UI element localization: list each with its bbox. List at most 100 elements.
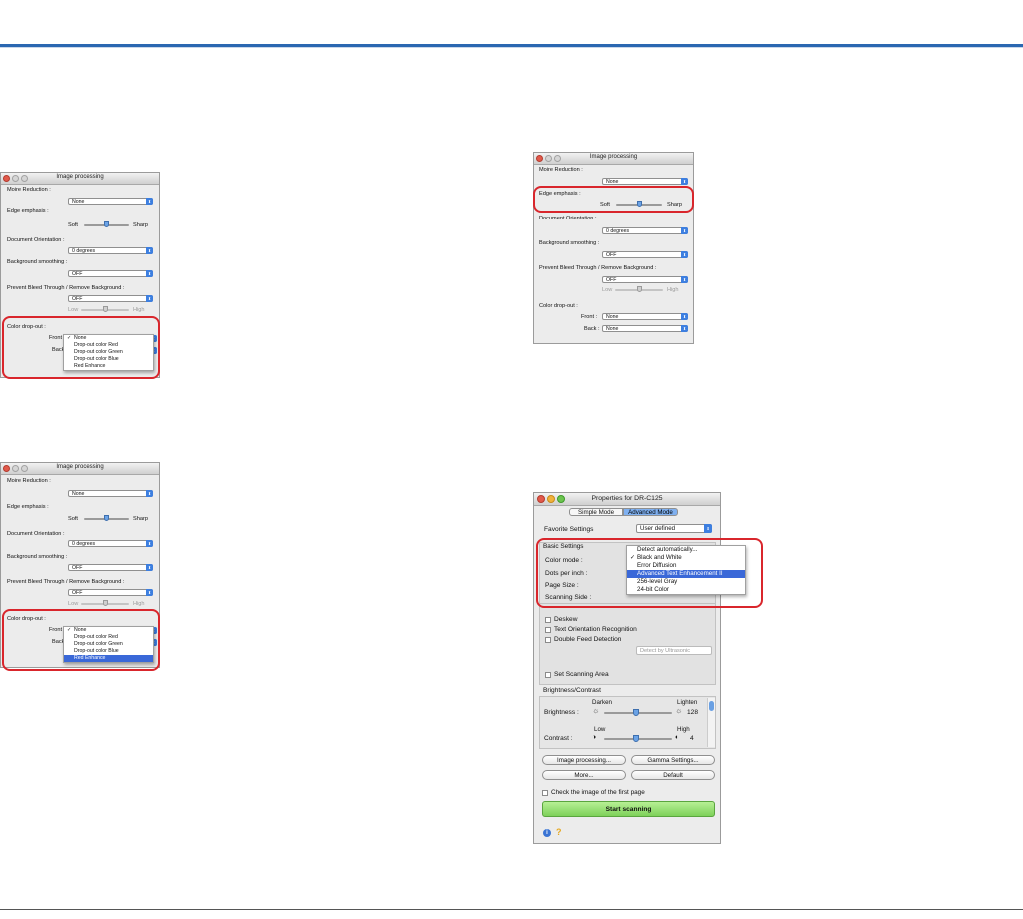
title-bar: Properties for DR-C125	[534, 493, 720, 506]
orientation-select[interactable]: 0 degrees ⬍	[68, 540, 153, 547]
chevron-updown-icon: ⬍	[681, 227, 688, 234]
smoothing-label: Background smoothing :	[7, 554, 68, 560]
orientation-select[interactable]: 0 degrees ⬍	[602, 227, 688, 234]
chevron-updown-icon: ⬍	[146, 589, 153, 596]
favorite-label: Favorite Settings	[544, 526, 594, 533]
chevron-updown-icon: ⬍	[146, 490, 153, 497]
set-area-label: Set Scanning Area	[554, 671, 609, 678]
scrollbar[interactable]	[707, 698, 715, 747]
help-icon[interactable]: ?	[556, 827, 562, 837]
edge-soft-label: Soft	[68, 222, 78, 228]
contrast-value: 4	[690, 735, 694, 742]
chevron-updown-icon: ⬍	[146, 247, 153, 254]
info-icon[interactable]: i	[543, 829, 551, 837]
chevron-updown-icon: ⬍	[681, 251, 688, 258]
low-label: Low	[594, 726, 606, 733]
back-select[interactable]: None ⬍	[602, 325, 688, 332]
check-first-page-label: Check the image of the first page	[551, 789, 645, 796]
moire-label: Moire Reduction :	[7, 187, 51, 193]
window-title: Properties for DR-C125	[591, 495, 663, 502]
tab-simple-mode[interactable]: Simple Mode	[569, 508, 623, 516]
scrollbar-thumb[interactable]	[709, 701, 714, 711]
moire-select[interactable]: None ⬍	[68, 490, 153, 497]
chevron-updown-icon: ⬍	[681, 178, 688, 185]
bleed-select[interactable]: OFF ⬍	[68, 589, 153, 596]
chevron-updown-icon: ⬍	[681, 276, 688, 283]
bleed-slider-knob[interactable]	[103, 600, 108, 606]
bleed-label: Prevent Bleed Through / Remove Backgroun…	[7, 579, 125, 585]
chevron-updown-icon: ⬍	[146, 198, 153, 205]
window-title: Image processing	[589, 154, 638, 160]
chevron-updown-icon: ⬍	[146, 295, 153, 302]
bleed-high-label: High	[667, 287, 679, 293]
high-label: High	[677, 726, 690, 733]
double-feed-checkbox[interactable]	[545, 637, 551, 643]
back-label: Back :	[584, 326, 600, 332]
gamma-settings-button[interactable]: Gamma Settings...	[631, 755, 715, 765]
smoothing-select[interactable]: OFF ⬍	[68, 270, 153, 277]
edge-sharp-label: Sharp	[133, 516, 148, 522]
dropout-label: Color drop-out :	[539, 303, 578, 309]
edge-slider-knob[interactable]	[104, 515, 109, 521]
brightness-slider-knob[interactable]	[633, 709, 639, 716]
deskew-checkbox[interactable]	[545, 617, 551, 623]
chevron-updown-icon: ⬍	[146, 270, 153, 277]
contrast-label: Contrast :	[544, 735, 573, 742]
bleed-high-label: High	[133, 307, 145, 313]
bleed-label: Prevent Bleed Through / Remove Backgroun…	[7, 285, 125, 291]
front-select[interactable]: None ⬍	[602, 313, 688, 320]
bleed-slider-knob[interactable]	[637, 286, 642, 292]
orientation-label: Document Orientation :	[7, 237, 65, 243]
sun-bright-icon: ☼	[675, 706, 683, 715]
chevron-updown-icon: ⬍	[681, 313, 688, 320]
start-scanning-button[interactable]: Start scanning	[542, 801, 715, 817]
title-bar: Image processing	[534, 153, 693, 165]
moire-select[interactable]: None ⬍	[602, 178, 688, 185]
detect-by-select[interactable]: Detect by Ultrasonic	[636, 646, 712, 655]
text-orientation-checkbox[interactable]	[545, 627, 551, 633]
highlight-frame	[533, 186, 694, 213]
brightness-label: Brightness :	[544, 709, 579, 716]
bleed-low-label: Low	[68, 307, 79, 313]
smoothing-select[interactable]: OFF ⬍	[602, 251, 688, 258]
smoothing-select[interactable]: OFF ⬍	[68, 564, 153, 571]
image-processing-button[interactable]: Image processing...	[542, 755, 626, 765]
edge-label: Edge emphasis :	[7, 208, 49, 214]
orientation-select[interactable]: 0 degrees ⬍	[68, 247, 153, 254]
image-processing-dialog: Image processing Moire Reduction : None ⬍…	[533, 152, 694, 344]
smoothing-label: Background smoothing :	[539, 240, 600, 246]
window-title: Image processing	[56, 174, 104, 180]
bleed-label: Prevent Bleed Through / Remove Backgroun…	[539, 265, 657, 271]
moire-label: Moire Reduction :	[7, 478, 51, 484]
contrast-high-icon: ◐	[675, 734, 680, 741]
bleed-slider-knob[interactable]	[103, 306, 108, 312]
tab-advanced-mode[interactable]: Advanced Mode	[623, 508, 678, 516]
check-first-page-checkbox[interactable]	[542, 790, 548, 796]
sun-dim-icon: ☼	[592, 706, 600, 715]
lighten-label: Lighten	[677, 699, 698, 706]
contrast-slider-knob[interactable]	[633, 735, 639, 742]
orientation-label: Document Orientation :	[7, 531, 65, 537]
edge-slider-knob[interactable]	[104, 221, 109, 227]
bleed-low-label: Low	[68, 601, 79, 607]
title-bar: Image processing	[1, 463, 159, 475]
set-area-checkbox[interactable]	[545, 672, 551, 678]
default-button[interactable]: Default	[631, 770, 715, 780]
highlight-frame	[2, 316, 160, 379]
favorite-select[interactable]: User defined ⬍	[636, 524, 712, 533]
window-title: Image processing	[56, 464, 104, 470]
chevron-updown-icon: ⬍	[704, 524, 712, 533]
edge-label: Edge emphasis :	[7, 504, 49, 510]
bleed-low-label: Low	[602, 287, 613, 293]
footer-rule	[0, 909, 1023, 910]
header-rule-light	[0, 47, 1023, 48]
chevron-updown-icon: ⬍	[681, 325, 688, 332]
moire-select[interactable]: None ⬍	[68, 198, 153, 205]
title-bar: Image processing	[1, 173, 159, 185]
brightness-value: 128	[687, 709, 699, 716]
bleed-select[interactable]: OFF ⬍	[68, 295, 153, 302]
more-button[interactable]: More...	[542, 770, 626, 780]
chevron-updown-icon: ⬍	[146, 540, 153, 547]
brightness-contrast-header: Brightness/Contrast	[543, 687, 601, 694]
bleed-select[interactable]: OFF ⬍	[602, 276, 688, 283]
